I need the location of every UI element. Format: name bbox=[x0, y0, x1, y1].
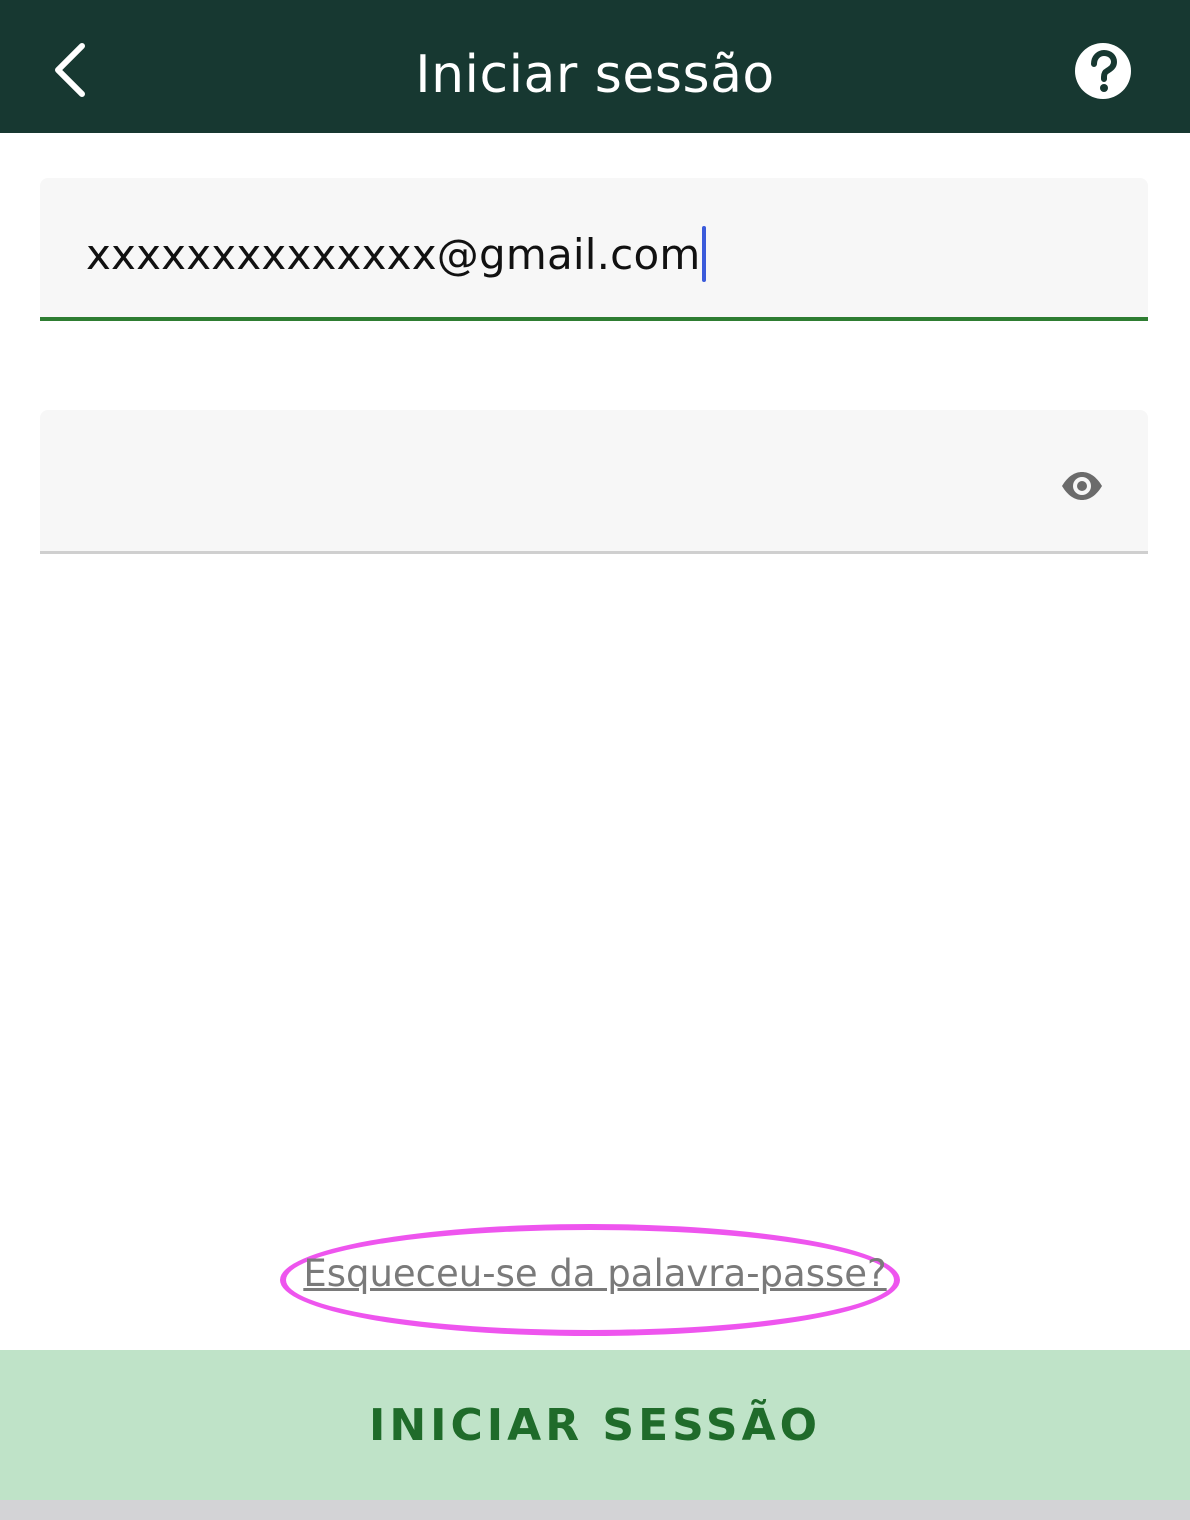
email-value-text: xxxxxxxxxxxxxx@gmail.com bbox=[86, 229, 701, 279]
email-field[interactable]: xxxxxxxxxxxxxx@gmail.com bbox=[40, 178, 1148, 321]
forgot-password-link[interactable]: Esqueceu-se da palavra-passe? bbox=[0, 1252, 1190, 1295]
login-screen: Iniciar sessão xxxxxxxxxxxxxx@gmail.com bbox=[0, 0, 1190, 1520]
help-button[interactable] bbox=[1072, 42, 1134, 104]
eye-icon bbox=[1060, 471, 1104, 506]
toggle-password-visibility-button[interactable] bbox=[1056, 468, 1108, 508]
sign-in-button[interactable]: INICIAR SESSÃO bbox=[0, 1350, 1190, 1500]
bottom-divider bbox=[0, 1500, 1190, 1520]
password-field[interactable] bbox=[40, 410, 1148, 554]
question-circle-icon bbox=[1074, 42, 1132, 105]
app-header: Iniciar sessão bbox=[0, 0, 1190, 133]
email-input[interactable]: xxxxxxxxxxxxxx@gmail.com bbox=[86, 226, 707, 282]
page-title: Iniciar sessão bbox=[415, 45, 775, 105]
text-caret bbox=[702, 226, 707, 282]
